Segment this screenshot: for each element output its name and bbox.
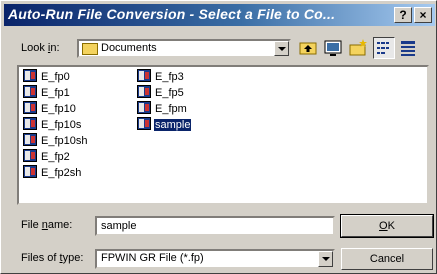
list-item-selected[interactable]: sample <box>137 117 192 133</box>
file-icon <box>137 117 151 130</box>
cancel-button[interactable]: Cancel <box>341 248 433 270</box>
list-item[interactable]: E_fp1 <box>23 85 71 101</box>
look-in-combo[interactable]: Documents <box>77 39 291 58</box>
file-icon <box>23 117 37 130</box>
details-view-icon[interactable] <box>397 37 419 59</box>
file-icon <box>137 85 151 98</box>
help-button[interactable]: ? <box>394 7 412 23</box>
chevron-down-icon[interactable] <box>318 251 333 267</box>
file-dialog: Auto-Run File Conversion - Select a File… <box>0 0 437 274</box>
list-item[interactable]: E_fp3 <box>137 69 185 85</box>
file-type-combo[interactable]: FPWIN GR File (*.fp) <box>95 249 335 269</box>
list-item[interactable]: E_fp10 <box>23 101 77 117</box>
file-icon <box>23 85 37 98</box>
list-view-icon[interactable] <box>373 37 395 59</box>
file-icon <box>23 165 37 178</box>
window-title: Auto-Run File Conversion - Select a File… <box>8 6 336 22</box>
file-list[interactable]: E_fp0 E_fp1 E_fp10 E_fp10s E_fp10sh E_fp… <box>17 65 429 205</box>
file-icon <box>23 101 37 114</box>
list-item[interactable]: E_fp2sh <box>23 165 82 181</box>
new-folder-icon[interactable] <box>347 37 369 59</box>
chevron-down-icon[interactable] <box>274 41 289 56</box>
file-icon <box>137 101 151 114</box>
list-item[interactable]: E_fp5 <box>137 85 185 101</box>
up-folder-icon[interactable] <box>297 37 319 59</box>
file-name-label: File name: <box>21 219 73 231</box>
folder-icon <box>82 43 98 55</box>
close-button[interactable]: × <box>414 7 432 23</box>
file-type-value: FPWIN GR File (*.fp) <box>101 252 204 264</box>
file-icon <box>23 133 37 146</box>
file-icon <box>23 69 37 82</box>
look-in-label: Look in: <box>21 42 60 54</box>
list-item[interactable]: E_fp2 <box>23 149 71 165</box>
file-icon <box>137 69 151 82</box>
list-item[interactable]: E_fp10sh <box>23 133 88 149</box>
list-item[interactable]: E_fp0 <box>23 69 71 85</box>
files-of-type-label: Files of type: <box>21 252 84 264</box>
file-icon <box>23 149 37 162</box>
list-item[interactable]: E_fp10s <box>23 117 82 133</box>
title-bar[interactable]: Auto-Run File Conversion - Select a File… <box>4 4 435 26</box>
file-name-input[interactable]: sample <box>95 216 335 236</box>
look-in-value: Documents <box>101 42 157 54</box>
ok-button[interactable]: OK <box>340 214 434 238</box>
desktop-icon[interactable] <box>322 37 344 59</box>
list-item[interactable]: E_fpm <box>137 101 188 117</box>
